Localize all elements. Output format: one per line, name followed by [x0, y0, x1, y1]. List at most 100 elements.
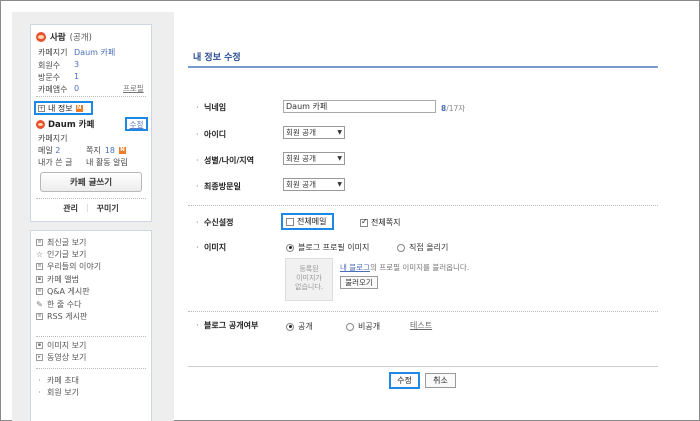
bullet-icon: · — [196, 130, 199, 139]
menu-item-label: 한 줄 수다 — [47, 299, 82, 309]
info-key: 방문수 — [38, 73, 61, 82]
note-row[interactable]: 쪽지 18 N — [86, 145, 126, 156]
save-button[interactable]: 수정 — [389, 372, 420, 389]
profile-link[interactable]: 프로필 — [123, 83, 144, 94]
my-info-label: 내 정보 — [48, 103, 73, 113]
cafe-visibility: (공개) — [69, 33, 92, 43]
menu-item[interactable]: · 회원 보기 — [36, 386, 79, 398]
last-visit-row: · 최종방문일 — [196, 181, 241, 192]
info-key: 회원수 — [38, 61, 61, 70]
divider — [36, 368, 146, 369]
no-image-placeholder: 등록된 이미지가 없습니다. — [285, 258, 333, 301]
menu-item[interactable]: · 카페 초대 — [36, 374, 79, 386]
public-radio[interactable]: 공개 — [286, 321, 313, 332]
select-value: 회원 공개 — [286, 154, 316, 163]
edit-profile-link[interactable]: 수정 — [125, 117, 148, 131]
id-visibility-select[interactable]: 회원 공개 ▼ — [283, 126, 345, 139]
profile-visibility-select[interactable]: 회원 공개 ▼ — [283, 152, 345, 165]
info-value: 0 — [74, 84, 80, 93]
write-post-button[interactable]: 카페 글쓰기 — [40, 172, 142, 192]
video-icon: ▸ — [36, 354, 43, 362]
checkbox-unchecked-icon — [286, 217, 294, 226]
menu-item-label: RSS 게시판 — [47, 312, 88, 322]
separator: | — [85, 203, 89, 212]
board-menu-group-1: ≡ 최신글 보기 ☆ 인기글 보기 ≡ 우리들의 이야기 ▪ 카페 앨범 ≡ Q&A 게시… — [36, 236, 101, 323]
my-posts-link[interactable]: 내가 쓴 글 — [38, 157, 73, 168]
all-mail-checkbox[interactable]: 전체메일 — [281, 213, 334, 230]
menu-item[interactable]: ≡ 우리들의 이야기 — [36, 261, 101, 273]
bullet-icon: · — [196, 243, 199, 252]
board-icon: ≡ — [36, 263, 43, 271]
info-key: 카페앱수 — [38, 85, 68, 94]
menu-item[interactable]: ▪ 이미지 보기 — [36, 339, 86, 351]
placeholder-line: 등록된 — [299, 265, 319, 273]
my-alerts-link[interactable]: 내 활동 알림 — [86, 157, 128, 168]
cancel-button[interactable]: 취소 — [425, 373, 456, 388]
select-value: 회원 공개 — [286, 180, 316, 189]
image-icon: ▪ — [36, 341, 43, 349]
bullet-icon: · — [38, 388, 41, 398]
menu-item-label: 최신글 보기 — [47, 237, 87, 247]
board-menu-group-2: ▪ 이미지 보기 ▸ 동영상 보기 — [36, 339, 86, 364]
divider — [36, 96, 146, 97]
char-count-max: /17자 — [446, 104, 466, 113]
my-blog-link[interactable]: 내 블로그 — [340, 263, 370, 272]
radio-label: 비공개 — [358, 322, 381, 331]
load-image-button[interactable]: 불러오기 — [340, 276, 378, 289]
note-count[interactable]: 18 — [105, 146, 115, 155]
radio-selected-icon — [286, 243, 294, 252]
info-value[interactable]: Daum 카페 — [74, 47, 115, 58]
mail-row[interactable]: 메일 2 — [38, 145, 60, 156]
menu-item[interactable]: ▸ 동영상 보기 — [36, 351, 86, 363]
radio-label: 블로그 프로필 이미지 — [298, 243, 370, 252]
test-link[interactable]: 테스트 — [410, 320, 432, 331]
bullet-icon: · — [196, 156, 199, 165]
decorate-link[interactable]: 꾸미기 — [97, 203, 119, 214]
nickname-input[interactable] — [283, 100, 436, 113]
placeholder-line: 이미지가 — [296, 274, 322, 282]
nickname-label: 닉네임 — [204, 103, 227, 112]
menu-item[interactable]: ≡ 최신글 보기 — [36, 236, 101, 248]
checkbox-checked-icon — [360, 217, 368, 227]
manage-link[interactable]: 관리 — [63, 203, 78, 214]
radio-label: 직접 올리기 — [409, 243, 449, 252]
all-note-checkbox[interactable]: 전체쪽지 — [360, 217, 400, 228]
info-row-members: 회원수 3 — [38, 60, 79, 71]
cafe-name: 사람 — [50, 33, 66, 43]
info-value[interactable]: 3 — [74, 60, 79, 71]
bullet-icon: · — [196, 103, 199, 112]
menu-item[interactable]: ▪ 카페 앨범 — [36, 273, 101, 285]
mail-count[interactable]: 2 — [55, 146, 60, 155]
menu-item[interactable]: ≡ RSS 게시판 — [36, 310, 101, 322]
upload-direct-radio[interactable]: 직접 올리기 — [397, 242, 448, 253]
nickname-row: · 닉네임 — [196, 102, 226, 113]
bullet-icon: · — [196, 218, 199, 227]
blog-profile-image-radio[interactable]: 블로그 프로필 이미지 — [286, 242, 369, 253]
info-row-visits: 방문수 1 — [38, 72, 79, 83]
profile-label: 성별/나이/지역 — [204, 156, 255, 165]
id-row: · 아이디 — [196, 129, 226, 140]
dropdown-arrow-icon: ▼ — [337, 181, 342, 188]
user-name: Daum 카페 — [48, 120, 95, 130]
private-radio[interactable]: 비공개 — [346, 321, 380, 332]
list-icon: ≡ — [36, 238, 43, 246]
bullet-icon: · — [38, 375, 41, 385]
section-divider — [188, 311, 658, 312]
qa-icon: ≡ — [36, 288, 43, 296]
menu-item[interactable]: ✎ 한 줄 수다 — [36, 298, 101, 310]
radio-selected-icon — [286, 322, 294, 331]
title-underline — [188, 66, 658, 68]
my-info-toggle[interactable]: + 내 정보 N — [34, 101, 93, 115]
menu-item-label: Q&A 게시판 — [47, 287, 90, 297]
image-row: · 이미지 — [196, 242, 226, 253]
menu-item[interactable]: ☆ 인기글 보기 — [36, 248, 101, 260]
user-row: Daum 카페 — [36, 118, 94, 130]
dropdown-arrow-icon: ▼ — [337, 155, 342, 162]
image-note-text: 의 프로필 이미지를 불러옵니다. — [369, 263, 470, 272]
dropdown-arrow-icon: ▼ — [337, 129, 342, 136]
placeholder-line: 없습니다. — [295, 283, 323, 291]
image-note: 내 블로그의 프로필 이미지를 불러옵니다. — [340, 262, 469, 273]
divider — [36, 198, 146, 199]
menu-item[interactable]: ≡ Q&A 게시판 — [36, 286, 101, 298]
last-visit-visibility-select[interactable]: 회원 공개 ▼ — [283, 178, 345, 191]
